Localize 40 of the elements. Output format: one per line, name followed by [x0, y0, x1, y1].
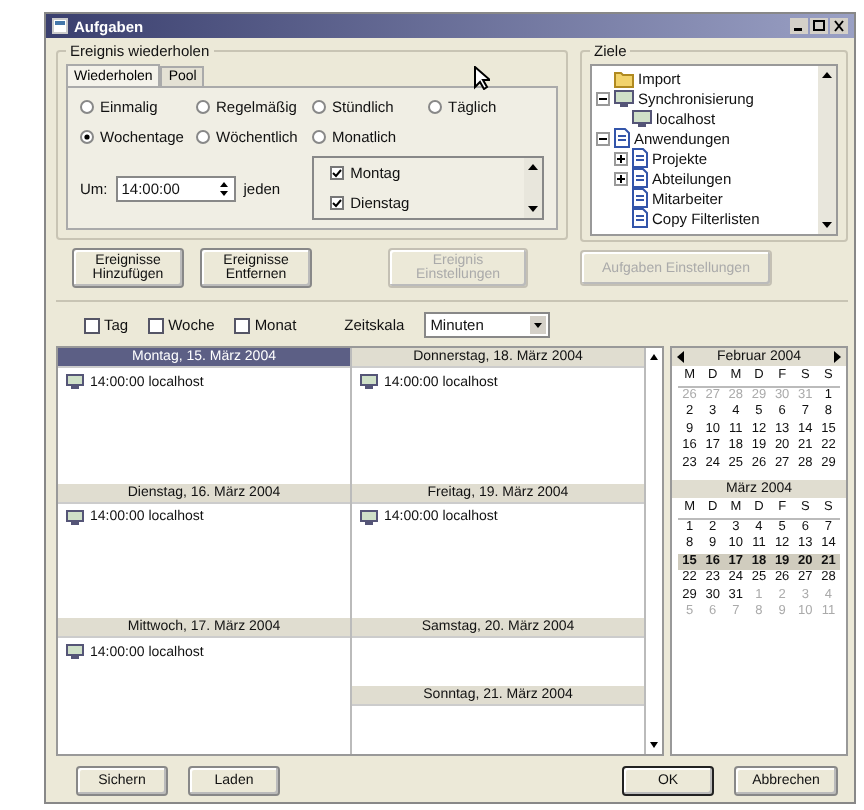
- mouse-cursor-icon: [474, 66, 490, 90]
- radio-icon[interactable]: [312, 130, 326, 144]
- computer-icon: [614, 89, 634, 107]
- scrollbar[interactable]: [818, 66, 836, 234]
- scroll-down-icon[interactable]: [526, 202, 540, 216]
- radio-icon[interactable]: [196, 100, 210, 114]
- computer-icon: [66, 644, 84, 661]
- maximize-icon[interactable]: [810, 18, 828, 34]
- close-icon[interactable]: [830, 18, 848, 34]
- computer-icon: [360, 374, 378, 390]
- scrollbar[interactable]: [524, 158, 542, 218]
- folder-icon: [614, 69, 634, 87]
- scroll-up-icon[interactable]: [526, 160, 540, 174]
- checkbox-icon[interactable]: [148, 317, 165, 333]
- checkbox-icon[interactable]: [234, 317, 251, 333]
- radio-icon[interactable]: [312, 100, 326, 114]
- scroll-down-icon[interactable]: [820, 218, 834, 232]
- minimize-icon[interactable]: [790, 18, 808, 34]
- radio-icon[interactable]: [80, 100, 94, 114]
- radio-selected-icon[interactable]: [80, 130, 94, 144]
- checkbox-checked-icon[interactable]: [330, 166, 345, 180]
- collapse-icon[interactable]: [596, 131, 610, 145]
- radio-icon[interactable]: [196, 130, 210, 144]
- computer-icon: [66, 374, 84, 390]
- scroll-down-icon[interactable]: [648, 738, 660, 750]
- scroll-up-icon[interactable]: [648, 352, 660, 364]
- next-month-icon[interactable]: [832, 350, 842, 364]
- window-icon: [52, 18, 68, 34]
- checkbox-checked-icon[interactable]: [330, 196, 345, 210]
- radio-icon[interactable]: [428, 100, 442, 114]
- computer-icon: [360, 509, 378, 526]
- spinner-icon[interactable]: [217, 179, 230, 197]
- collapse-icon[interactable]: [596, 91, 610, 105]
- previous-month-icon[interactable]: [676, 350, 686, 364]
- checkbox-icon[interactable]: [84, 317, 100, 333]
- expand-icon[interactable]: [614, 171, 628, 185]
- computer-icon: [66, 509, 84, 526]
- computer-icon: [632, 109, 652, 127]
- expand-icon[interactable]: [614, 151, 628, 165]
- scroll-up-icon[interactable]: [820, 68, 834, 82]
